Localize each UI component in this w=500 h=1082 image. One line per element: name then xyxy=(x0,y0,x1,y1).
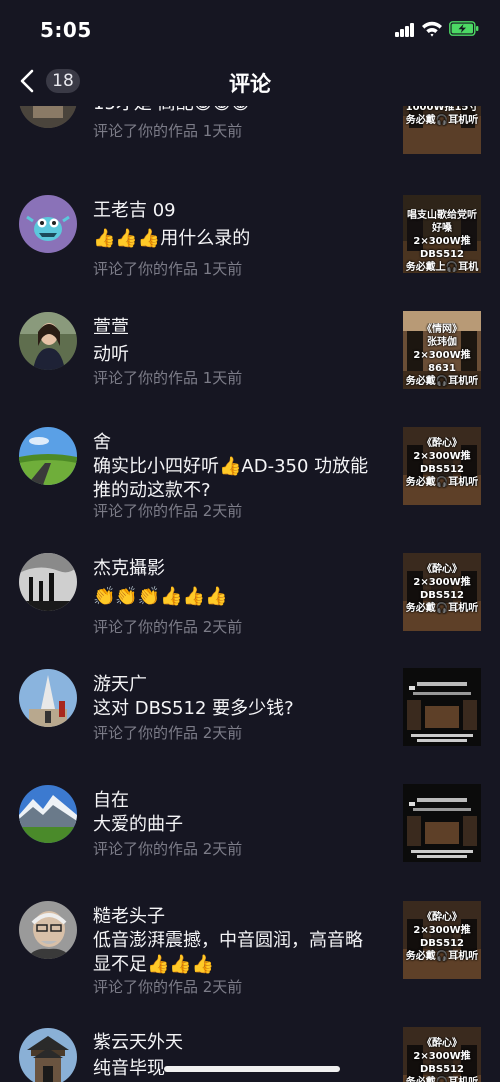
cellular-signal-icon xyxy=(395,23,415,37)
user-name[interactable]: 萱萱 xyxy=(93,313,129,339)
comment-meta: 评论了你的作品 2天前 xyxy=(93,978,243,996)
comment-text: 这对 DBS512 要多少钱? xyxy=(93,698,294,719)
video-thumbnail[interactable]: 《情网》 张玮伽 2×300W推8631 务必戴🎧耳机听 xyxy=(403,311,481,389)
video-thumbnail[interactable] xyxy=(403,784,481,862)
user-name[interactable]: 杰克攝影 xyxy=(93,554,165,580)
status-time: 5:05 xyxy=(40,18,92,42)
comment-item[interactable]: 紫云天外天 纯音毕现 《酔心》 2×300W推DBS512 务必戴🎧耳机听 xyxy=(0,1026,500,1082)
user-name[interactable]: 自在 xyxy=(93,786,129,812)
comment-meta: 评论了你的作品 2天前 xyxy=(93,840,243,858)
user-avatar[interactable] xyxy=(19,553,77,611)
user-name[interactable]: 舍 xyxy=(93,428,111,454)
comment-meta: 评论了你的作品 2天前 xyxy=(93,724,243,742)
comment-item[interactable]: 王老吉 09 👍👍👍用什么录的 评论了你的作品 1天前 唱支山歌给党听 好嗓 2… xyxy=(0,194,500,294)
user-avatar[interactable] xyxy=(19,312,77,370)
video-thumbnail[interactable]: 《酔心》 2×300W推DBS512 务必戴🎧耳机听 xyxy=(403,901,481,979)
home-indicator[interactable] xyxy=(164,1066,340,1072)
comment-text: 低音澎湃震撼，中音圆润，高音略显不足👍👍👍 xyxy=(93,930,363,975)
user-name[interactable]: 游天广 xyxy=(93,670,147,696)
comment-meta: 评论了你的作品 1天前 xyxy=(93,260,243,278)
comment-text: 👍👍👍用什么录的 xyxy=(93,228,251,249)
comment-text: 大爱的曲子 xyxy=(93,814,183,835)
user-name[interactable]: 紫云天外天 xyxy=(93,1028,183,1054)
thumbnail-caption: 《酔心》 2×300W推DBS512 务必戴🎧耳机听 xyxy=(405,438,479,488)
video-thumbnail[interactable]: 蔡华 1000W推15寸 务必戴🎧耳机听 xyxy=(403,106,481,154)
comment-meta: 评论了你的作品 2天前 xyxy=(93,502,243,520)
user-avatar[interactable] xyxy=(19,669,77,727)
user-avatar[interactable] xyxy=(19,427,77,485)
comment-meta: 评论了你的作品 1天前 xyxy=(93,122,243,140)
comment-item[interactable]: 杰克攝影 👏👏👏👍👍👍 评论了你的作品 2天前 《酔心》 2×300W推DBS5… xyxy=(0,552,500,652)
comment-text: 15才是 高配😁😁😁 xyxy=(93,106,378,116)
comment-item[interactable]: 15才是 高配😁😁😁 评论了你的作品 1天前 蔡华 1000W推15寸 务必戴🎧… xyxy=(0,106,500,164)
nav-bar: 18 评论 xyxy=(0,58,500,106)
video-thumbnail[interactable] xyxy=(403,668,481,746)
page-title: 评论 xyxy=(229,72,271,96)
thumbnail-caption: 蔡华 1000W推15寸 务必戴🎧耳机听 xyxy=(405,106,479,126)
thumbnail-caption: 《酔心》 2×300W推DBS512 务必戴🎧耳机听 xyxy=(405,564,479,614)
user-name[interactable]: 糙老头子 xyxy=(93,902,165,928)
comment-item[interactable]: 萱萱 动听 评论了你的作品 1天前 《情网》 张玮伽 2×300W推8631 务… xyxy=(0,311,500,411)
video-thumbnail[interactable]: 《酔心》 2×300W推DBS512 务必戴🎧耳机听 xyxy=(403,427,481,505)
user-avatar[interactable] xyxy=(19,901,77,959)
comment-item[interactable]: 糙老头子 低音澎湃震撼，中音圆润，高音略显不足👍👍👍 评论了你的作品 2天前 《… xyxy=(0,900,500,1010)
thumbnail-caption: 《情网》 张玮伽 2×300W推8631 务必戴🎧耳机听 xyxy=(405,324,479,387)
battery-charging-icon xyxy=(449,21,479,36)
comment-item[interactable]: 舍 确实比小四好听👍AD-350 功放能推的动这款不? 评论了你的作品 2天前 … xyxy=(0,426,500,526)
comment-item[interactable]: 自在 大爱的曲子 评论了你的作品 2天前 xyxy=(0,784,500,884)
comment-text: 👏👏👏👍👍👍 xyxy=(93,586,228,607)
user-name[interactable]: 王老吉 09 xyxy=(93,196,176,222)
comment-text: 确实比小四好听👍AD-350 功放能推的动这款不? xyxy=(93,456,369,501)
comment-list[interactable]: 15才是 高配😁😁😁 评论了你的作品 1天前 蔡华 1000W推15寸 务必戴🎧… xyxy=(0,106,500,1082)
video-thumbnail[interactable]: 《酔心》 2×300W推DBS512 务必戴🎧耳机听 xyxy=(403,553,481,631)
comment-meta: 评论了你的作品 1天前 xyxy=(93,369,243,387)
status-bar: 5:05 xyxy=(0,0,500,58)
user-avatar[interactable] xyxy=(19,785,77,843)
comment-item[interactable]: 游天广 这对 DBS512 要多少钱? 评论了你的作品 2天前 xyxy=(0,668,500,768)
comments-screen: 5:05 18 评论 评论了你的作品 1天前 1000W推15寸 务必戴🎧耳机听… xyxy=(0,0,500,1082)
thumbnail-caption: 唱支山歌给党听 好嗓 2×300W推DBS512 务必戴上🎧耳机听 xyxy=(405,210,479,273)
user-avatar[interactable] xyxy=(19,1028,77,1082)
comment-text: 动听 xyxy=(93,344,129,365)
wifi-icon xyxy=(422,21,442,37)
comment-meta: 评论了你的作品 2天前 xyxy=(93,618,243,636)
thumbnail-caption: 《酔心》 2×300W推DBS512 务必戴🎧耳机听 xyxy=(405,912,479,962)
thumbnail-caption: 《酔心》 2×300W推DBS512 务必戴🎧耳机听 xyxy=(406,1038,478,1082)
user-avatar[interactable] xyxy=(19,195,77,253)
video-thumbnail[interactable]: 《酔心》 2×300W推DBS512 务必戴🎧耳机听 xyxy=(403,1027,481,1082)
user-avatar[interactable] xyxy=(19,106,77,128)
video-thumbnail[interactable]: 唱支山歌给党听 好嗓 2×300W推DBS512 务必戴上🎧耳机听 xyxy=(403,195,481,273)
